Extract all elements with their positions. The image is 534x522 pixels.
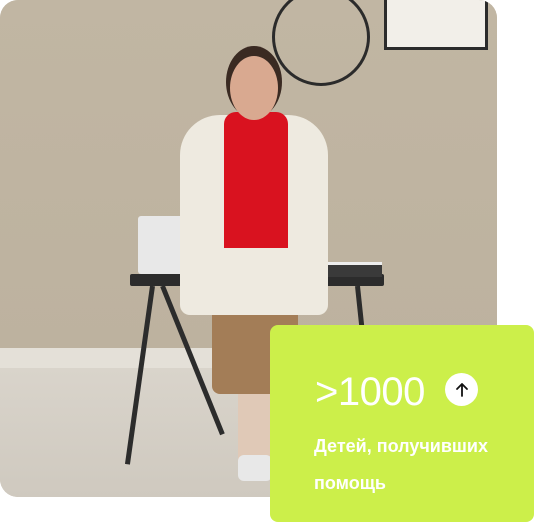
laptop: [138, 216, 184, 274]
person-top: [224, 112, 288, 248]
stat-label: Детей, получивших помощь: [314, 436, 488, 493]
stat-value: >1000: [315, 370, 425, 414]
arrow-up-icon[interactable]: [445, 373, 478, 406]
person-shoes: [238, 455, 272, 481]
person-head: [230, 56, 278, 120]
person-legs: [238, 392, 272, 462]
picture-frame: [384, 0, 488, 50]
books: [322, 262, 382, 277]
stat-card: >1000 Детей, получивших помощь: [270, 325, 534, 522]
